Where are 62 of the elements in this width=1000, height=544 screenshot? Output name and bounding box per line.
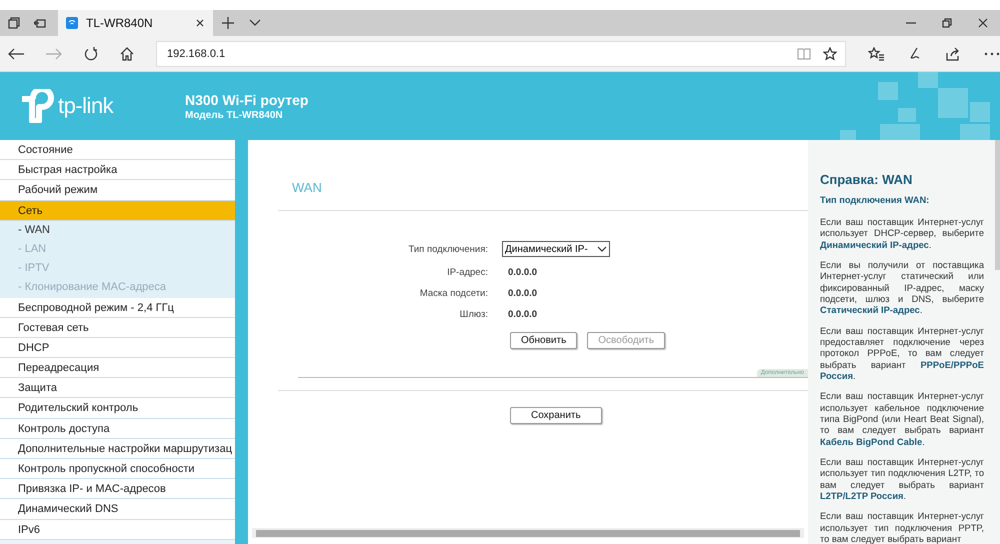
help-paragraph: Если ваш поставщик Интернет-услуг использует тип подключения L2TP, то вам следует выбрать вариант L2TP/L2TP Россия. — [820, 456, 984, 502]
address-field[interactable]: 192.168.0.1 — [156, 40, 846, 66]
close-icon[interactable] — [978, 18, 988, 28]
sidebar-item[interactable]: Защита — [0, 378, 235, 398]
plus-icon[interactable] — [221, 16, 235, 30]
set-aside-tabs-icon[interactable] — [34, 17, 46, 29]
router-icon — [66, 17, 78, 29]
browser-tab[interactable]: TL-WR840N — [58, 10, 213, 36]
tab-title: TL-WR840N — [86, 16, 154, 30]
help-paragraph: Если вы получили от поставщика Интернет-услуг статический или фиксированный IP-адрес, маску подсети, шлюз и DNS, выберите Статический IP-адрес. — [820, 260, 984, 317]
field-value: 0.0.0.0 — [507, 309, 538, 320]
home-icon[interactable] — [120, 46, 134, 60]
back-arrow-icon[interactable] — [8, 48, 24, 60]
sidebar-item[interactable]: Гостевая сеть — [0, 318, 235, 338]
field-value: 0.0.0.0 — [507, 267, 538, 278]
sidebar-item[interactable]: Состояние — [0, 140, 235, 160]
help-subtitle: Тип подключения WAN: — [820, 195, 930, 205]
favorites-list-icon[interactable] — [868, 46, 884, 60]
sidebar-item[interactable]: Рабочий режим — [0, 180, 235, 201]
tabs-icon[interactable] — [8, 17, 20, 29]
field-label: Маска подсети: — [418, 288, 488, 299]
pen-icon[interactable] — [908, 46, 922, 60]
sidebar-item[interactable]: Привязка IP- и MAC-адресов — [0, 479, 235, 500]
field-label: IP-адрес: — [446, 267, 488, 278]
product-title: N300 Wi-Fi роутер — [185, 92, 308, 108]
help-paragraph: Если ваш поставщик Интернет-услуг использует DHCP-сервер, выберите Динамический IP-адрес. — [820, 217, 984, 251]
star-icon[interactable] — [823, 46, 837, 60]
logo-icon — [20, 89, 54, 123]
share-icon[interactable] — [946, 46, 960, 60]
chevron-down-icon — [597, 246, 607, 252]
connection-type-dropdown[interactable]: Динамический IP- — [502, 241, 610, 257]
logo-text: tp-link — [58, 93, 114, 119]
field-label: Шлюз: — [458, 309, 488, 320]
page-title: WAN — [292, 180, 322, 195]
sidebar-item[interactable]: Сеть — [0, 200, 235, 221]
sidebar-item[interactable]: IPv6 — [0, 520, 235, 540]
help-paragraph: Если ваш поставщик Интернет-услуг предоставляет подключение через протокол PPPoE, то вам следует выбрать вариант PPPoE/PPPoE Россия. — [820, 326, 984, 382]
sidebar-item[interactable]: Быстрая настройка — [0, 160, 235, 180]
sidebar-item[interactable]: Беспроводной режим - 2,4 ГГц — [0, 298, 235, 318]
help-title: Справка: WAN — [820, 172, 914, 187]
sidebar-item[interactable]: Динамический DNS — [0, 499, 235, 520]
help-paragraph: Если ваш поставщик Интернет-услуг использует кабельное подключение типа BigPond (или Heart Beat Signal), то вам следует выбрать вариант Кабель BigPond Cable. — [820, 391, 984, 448]
sidebar-item[interactable]: Дополнительные настройки маршрутизац — [0, 438, 235, 459]
action-button[interactable]: Обновить — [510, 332, 578, 349]
field-value: 0.0.0.0 — [507, 288, 538, 299]
refresh-icon[interactable] — [84, 46, 98, 60]
submenu-item[interactable]: - WAN — [0, 220, 235, 240]
sidebar-item[interactable]: Контроль доступа — [0, 418, 235, 439]
sidebar-item[interactable]: Переадресация — [0, 358, 235, 378]
sidebar-item[interactable]: Родительский контроль — [0, 398, 235, 419]
close-icon[interactable] — [195, 18, 205, 28]
chevron-down-icon[interactable] — [249, 19, 261, 27]
model-name: Модель TL-WR840N — [185, 110, 284, 120]
vertical-scrollbar[interactable] — [995, 140, 1000, 270]
help-paragraph: Если ваш поставщик Интернет-услуг использует тип подключения PPTP, то вам следует выбрать вариант — [820, 511, 984, 544]
more-icon[interactable] — [984, 52, 1000, 56]
field-label: Тип подключения: — [407, 244, 488, 254]
sidebar-item[interactable]: Контроль пропускной способности — [0, 459, 235, 480]
save-button[interactable]: Сохранить — [510, 407, 602, 424]
restore-icon[interactable] — [942, 18, 952, 28]
sidebar-item[interactable]: DHCP — [0, 338, 235, 358]
horizontal-scrollbar[interactable] — [252, 528, 804, 538]
